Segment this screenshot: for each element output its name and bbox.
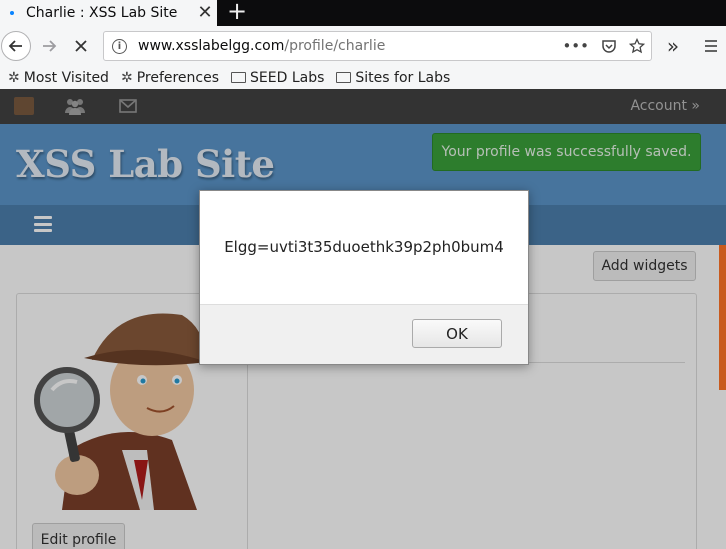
url-path: /profile/charlie xyxy=(284,38,386,54)
bookmark-most-visited[interactable]: ✲ Most Visited xyxy=(8,70,109,86)
bookmark-label: Preferences xyxy=(136,69,220,86)
bookmark-label: Most Visited xyxy=(23,69,109,86)
forward-arrow-icon xyxy=(43,40,57,52)
bookmarks-toolbar: ✲ Most Visited ✲ Preferences SEED Labs S… xyxy=(0,66,726,89)
gear-icon: ✲ xyxy=(8,69,20,86)
scrollbar-thumb[interactable] xyxy=(719,245,726,390)
folder-icon xyxy=(336,72,352,83)
bookmark-seed-labs[interactable]: SEED Labs xyxy=(231,70,324,86)
alert-message: Elgg=uvti3t35duoethk39p2ph0bum4 xyxy=(224,238,504,256)
url-actions: ••• xyxy=(562,32,645,60)
page-actions-icon[interactable]: ••• xyxy=(562,37,589,55)
bookmark-preferences[interactable]: ✲ Preferences xyxy=(121,70,219,86)
bookmark-star-icon[interactable] xyxy=(629,38,645,54)
url-bar[interactable]: i www.xsslabelgg.com/profile/charlie ••• xyxy=(103,31,652,61)
new-tab-button[interactable]: + xyxy=(222,0,252,25)
forward-button[interactable] xyxy=(36,32,62,60)
folder-icon xyxy=(231,72,247,83)
browser-tab[interactable]: Charlie : XSS Lab Site ✕ xyxy=(0,0,217,26)
gear-icon: ✲ xyxy=(120,69,133,86)
navigation-toolbar: i www.xsslabelgg.com/profile/charlie •••… xyxy=(0,26,726,66)
close-tab-icon[interactable]: ✕ xyxy=(193,0,217,26)
toolbar-overflow-icon[interactable]: » xyxy=(660,32,686,60)
alert-dialog: Elgg=uvti3t35duoethk39p2ph0bum4 OK xyxy=(199,190,529,365)
alert-footer: OK xyxy=(200,304,528,364)
ok-button[interactable]: OK xyxy=(412,319,502,348)
site-info-icon[interactable]: i xyxy=(112,38,127,54)
tab-strip: Charlie : XSS Lab Site ✕ + xyxy=(0,0,726,26)
tab-loading-indicator xyxy=(10,11,14,15)
bookmark-label: Sites for Labs xyxy=(355,69,451,86)
stop-loading-button[interactable] xyxy=(68,32,94,60)
url-host: www.xsslabelgg.com xyxy=(138,38,285,54)
stop-icon xyxy=(75,40,87,52)
bookmark-sites-for-labs[interactable]: Sites for Labs xyxy=(336,70,450,86)
back-button[interactable] xyxy=(1,31,31,61)
hamburger-menu-icon[interactable] xyxy=(698,32,724,60)
tab-title: Charlie : XSS Lab Site xyxy=(26,5,178,21)
bookmark-label: SEED Labs xyxy=(250,69,325,86)
pocket-icon[interactable] xyxy=(601,38,617,54)
back-arrow-icon xyxy=(8,40,22,52)
